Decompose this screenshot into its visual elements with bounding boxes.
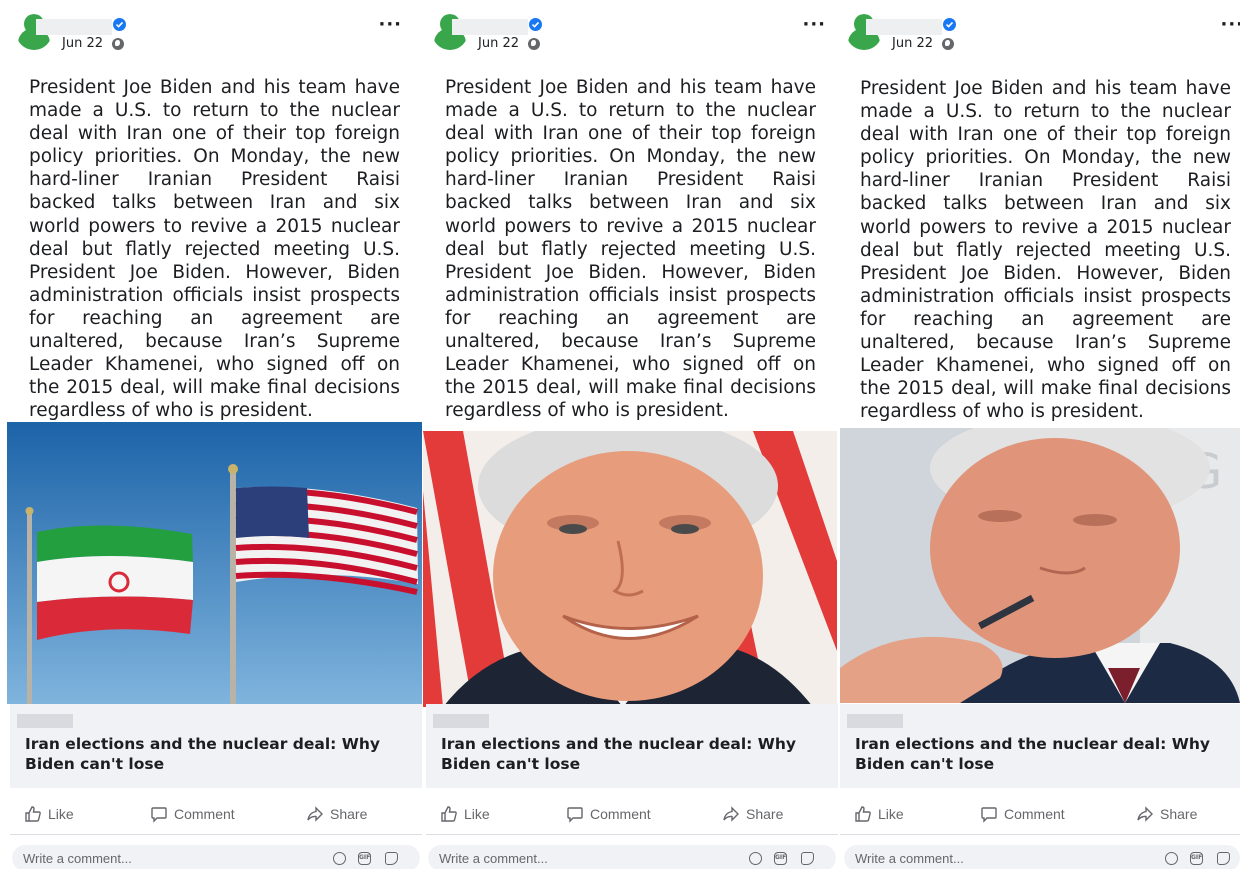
globe-icon	[112, 38, 124, 50]
comment-placeholder: Write a comment...	[23, 851, 132, 866]
comment-label: Comment	[174, 806, 235, 822]
author-name-redacted[interactable]	[36, 19, 112, 35]
share-button[interactable]: Share	[306, 805, 367, 823]
post-date[interactable]: Jun 22	[62, 36, 103, 51]
share-icon	[723, 806, 739, 822]
action-bar: Like Comment Share	[426, 797, 838, 835]
like-icon	[855, 806, 871, 822]
link-headline[interactable]: Iran elections and the nuclear deal: Why…	[441, 734, 811, 774]
like-label: Like	[464, 806, 490, 822]
post-image-iran-us-flags[interactable]	[7, 422, 422, 704]
sticker-icon[interactable]	[385, 852, 398, 865]
divider	[426, 834, 838, 835]
emoji-icon[interactable]	[333, 852, 346, 865]
link-domain-redacted	[847, 714, 903, 728]
post-text: President Joe Biden and his team have ma…	[860, 78, 1231, 423]
share-button[interactable]: Share	[722, 805, 783, 823]
comment-icon	[567, 807, 583, 823]
link-headline[interactable]: Iran elections and the nuclear deal: Why…	[855, 734, 1225, 774]
post-date[interactable]: Jun 22	[478, 36, 519, 51]
post-card: Jun 22 ··· President Joe Biden and his t…	[830, 0, 1240, 869]
author-name-redacted[interactable]	[866, 19, 942, 35]
emoji-icon[interactable]	[749, 852, 762, 865]
action-bar: Like Comment Share	[840, 797, 1240, 835]
share-button[interactable]: Share	[1136, 805, 1197, 823]
comment-button[interactable]: Comment	[980, 805, 1065, 823]
divider	[840, 834, 1240, 835]
comment-input[interactable]: Write a comment... GIF	[844, 845, 1240, 869]
share-label: Share	[330, 806, 368, 822]
link-domain-redacted	[433, 714, 489, 728]
share-label: Share	[746, 806, 784, 822]
link-domain-redacted	[17, 714, 73, 728]
comment-input[interactable]: Write a comment... GIF	[12, 845, 420, 869]
link-preview[interactable]: Iran elections and the nuclear deal: Why…	[840, 704, 1240, 788]
post-card: Jun 22 ··· President Joe Biden and his t…	[416, 0, 838, 869]
share-label: Share	[1160, 806, 1198, 822]
post-date[interactable]: Jun 22	[892, 36, 933, 51]
link-headline[interactable]: Iran elections and the nuclear deal: Why…	[25, 734, 395, 774]
post-card: Jun 22 ··· President Joe Biden and his t…	[0, 0, 422, 869]
verified-badge-icon	[943, 18, 956, 31]
like-button[interactable]: Like	[24, 805, 74, 823]
emoji-icon[interactable]	[1165, 852, 1178, 865]
gif-icon[interactable]: GIF	[774, 852, 787, 865]
sticker-icon[interactable]	[1217, 852, 1230, 865]
share-icon	[1137, 806, 1153, 822]
link-preview[interactable]: Iran elections and the nuclear deal: Why…	[10, 704, 422, 788]
like-label: Like	[48, 806, 74, 822]
more-options-icon[interactable]: ···	[378, 16, 402, 34]
comment-icon	[981, 807, 997, 823]
link-preview[interactable]: Iran elections and the nuclear deal: Why…	[426, 704, 838, 788]
globe-icon	[528, 38, 540, 50]
like-icon	[441, 806, 457, 822]
gif-icon[interactable]: GIF	[1190, 852, 1203, 865]
verified-badge-icon	[529, 18, 542, 31]
comment-placeholder: Write a comment...	[855, 851, 964, 866]
comment-placeholder: Write a comment...	[439, 851, 548, 866]
post-text: President Joe Biden and his team have ma…	[445, 77, 816, 422]
like-button[interactable]: Like	[854, 805, 904, 823]
action-bar: Like Comment Share	[10, 797, 422, 835]
post-image-biden-pensive[interactable]: G	[840, 428, 1240, 703]
post-image-biden-smiling[interactable]	[423, 431, 837, 707]
divider	[10, 834, 422, 835]
like-icon	[25, 806, 41, 822]
comment-label: Comment	[1004, 806, 1065, 822]
more-options-icon[interactable]: ···	[802, 16, 826, 34]
more-options-icon[interactable]: ···	[1220, 16, 1240, 34]
verified-badge-icon	[113, 18, 126, 31]
comment-button[interactable]: Comment	[150, 805, 235, 823]
globe-icon	[942, 38, 954, 50]
comment-input[interactable]: Write a comment... GIF	[428, 845, 836, 869]
author-name-redacted[interactable]	[452, 19, 528, 35]
share-icon	[307, 806, 323, 822]
comment-button[interactable]: Comment	[566, 805, 651, 823]
comment-icon	[151, 807, 167, 823]
gif-icon[interactable]: GIF	[358, 852, 371, 865]
like-button[interactable]: Like	[440, 805, 490, 823]
comment-label: Comment	[590, 806, 651, 822]
like-label: Like	[878, 806, 904, 822]
post-text: President Joe Biden and his team have ma…	[29, 77, 400, 422]
sticker-icon[interactable]	[801, 852, 814, 865]
